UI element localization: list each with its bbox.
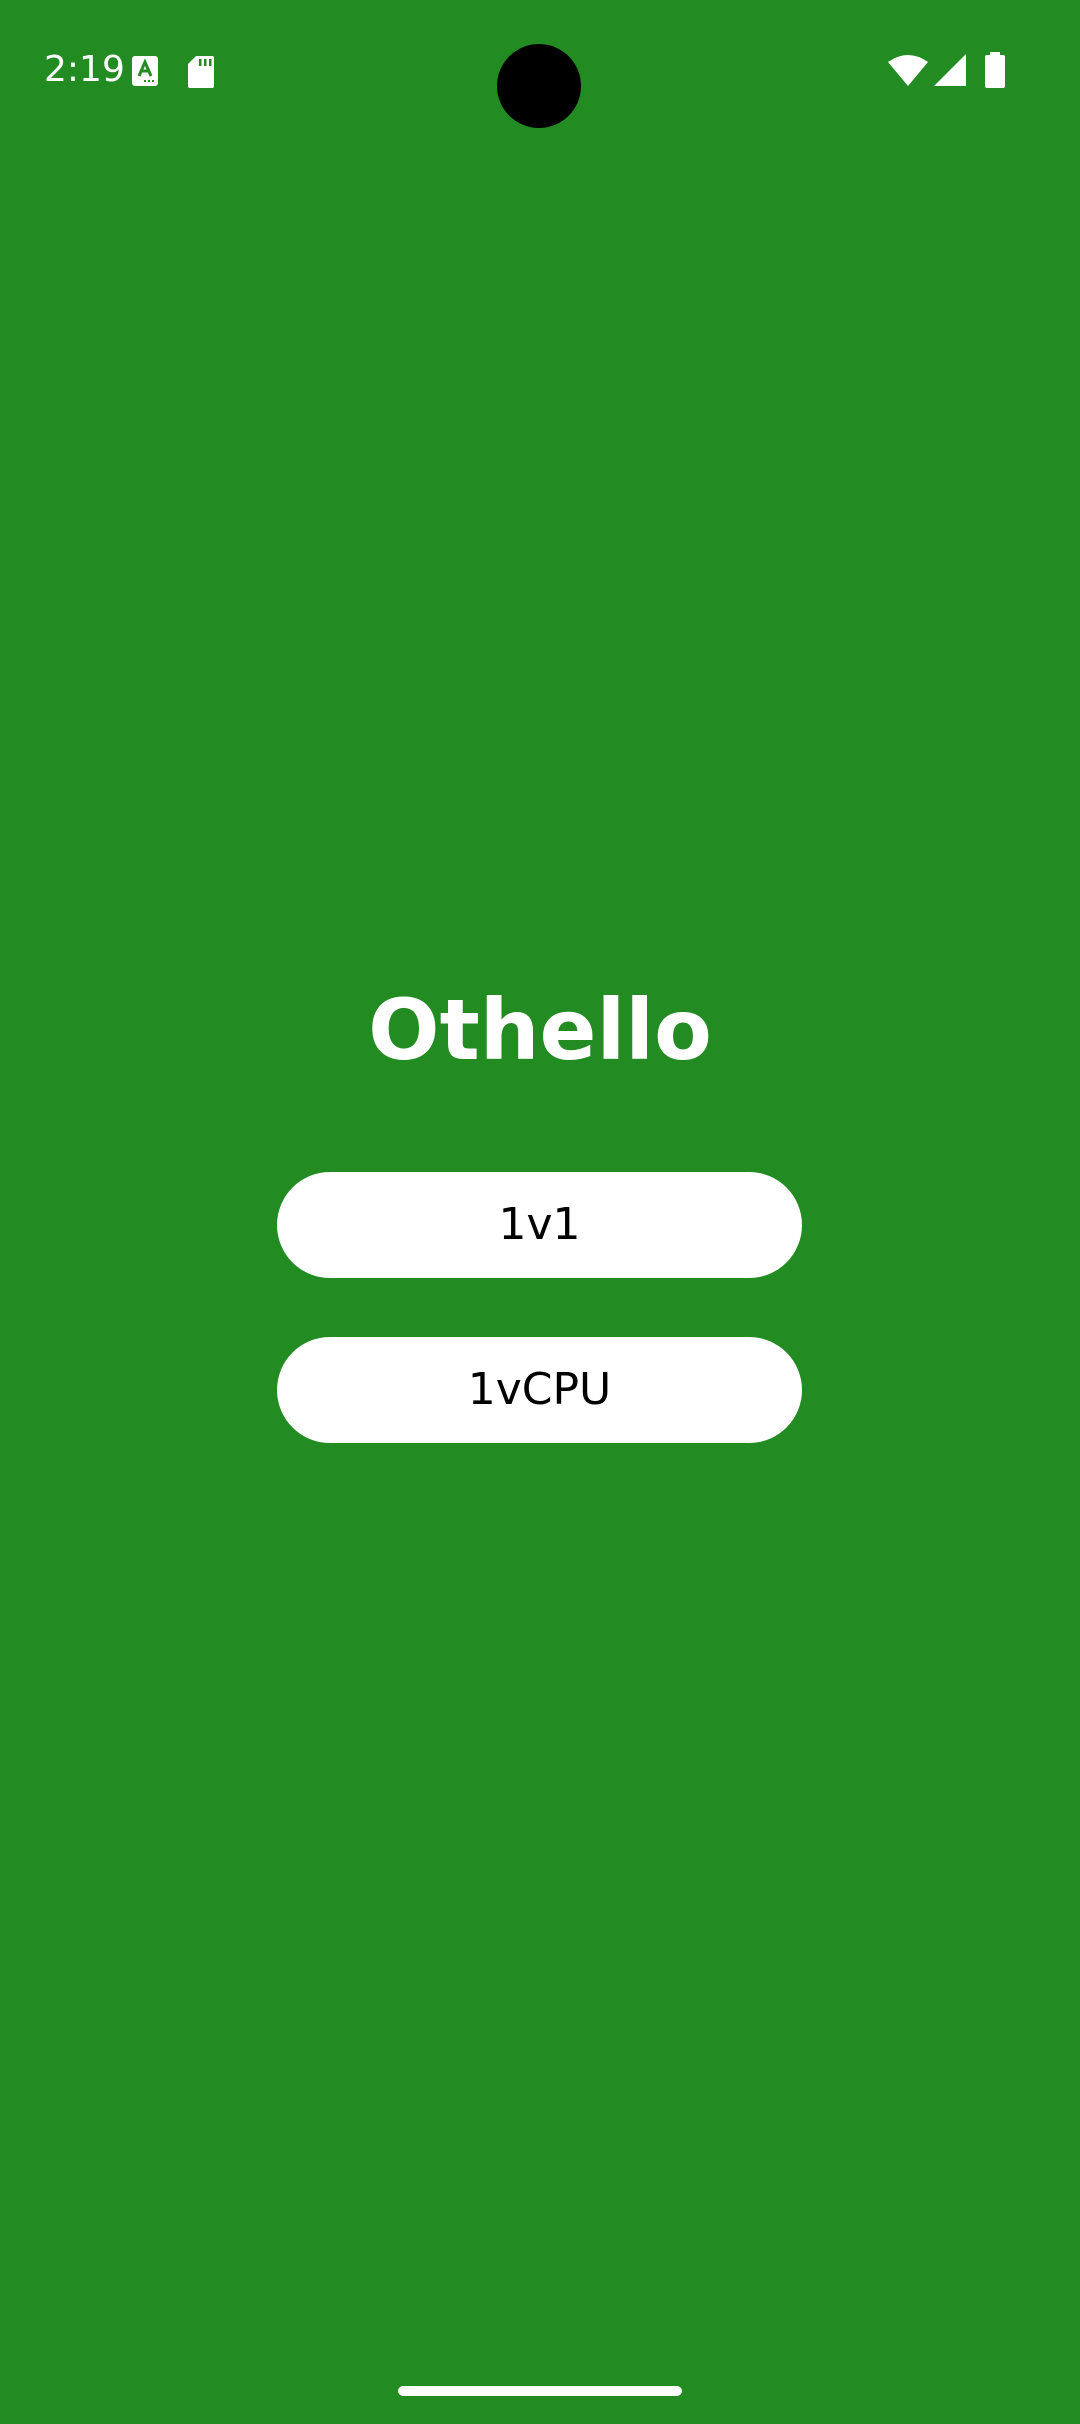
- battery-icon: [984, 52, 1006, 93]
- status-time: 2:19: [44, 49, 125, 90]
- status-bar: 2:19: [0, 0, 1080, 140]
- camera-cutout: [497, 44, 581, 128]
- keyboard-a-icon: [132, 56, 158, 91]
- 1vcpu-button[interactable]: 1vCPU: [277, 1337, 802, 1443]
- navigation-handle[interactable]: [398, 2386, 682, 2396]
- app-title: Othello: [368, 981, 712, 1079]
- sd-card-icon: [188, 56, 214, 93]
- 1v1-button[interactable]: 1v1: [277, 1172, 802, 1278]
- wifi-icon: [888, 54, 928, 91]
- cellular-signal-icon: [934, 54, 966, 91]
